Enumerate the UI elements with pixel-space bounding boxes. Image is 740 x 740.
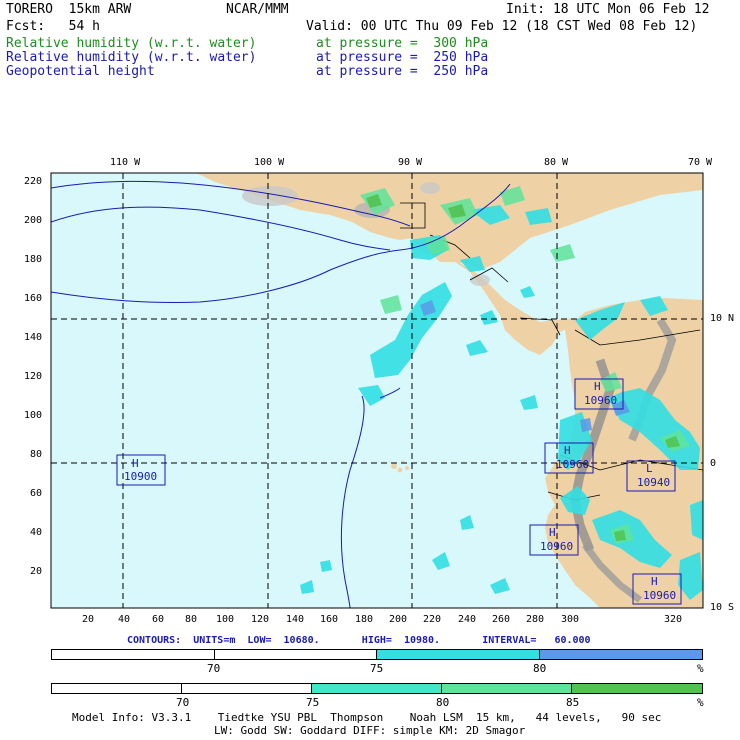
hl-value-2: 10960 — [584, 394, 618, 407]
rh300-green-patches — [360, 186, 690, 544]
hl-value-1: 10900 — [124, 470, 158, 483]
y-tick-220: 220 — [24, 176, 43, 187]
field-height-level: at pressure = 250 hPa — [316, 64, 489, 79]
hl-value-3: 10960 — [556, 458, 590, 471]
legend-rh300-seg-5 — [572, 684, 702, 693]
legend-rh300-label-80: 80 — [436, 696, 450, 709]
legend-rh250-seg-1 — [52, 650, 215, 659]
x-tick-220: 220 — [423, 614, 442, 625]
latlon-grid — [51, 173, 703, 608]
y-tick-180: 180 — [24, 254, 43, 265]
legend-rh250-seg-2 — [214, 650, 377, 659]
map-frame — [50, 172, 704, 609]
lat-label-10n: 10 N — [710, 313, 735, 324]
land-central-america-south — [432, 255, 575, 355]
land-central-america — [196, 173, 703, 270]
legend-rh300-label-70: 70 — [176, 696, 190, 709]
x-tick-100: 100 — [216, 614, 235, 625]
lon-label-90w: 90 W — [398, 157, 423, 168]
lat-label-10s: 10 S — [710, 602, 735, 613]
hl-type-4: L — [646, 462, 653, 475]
y-tick-100: 100 — [24, 410, 43, 421]
galapagos-islands — [391, 460, 409, 473]
legend-rh250-label-80: 80 — [533, 662, 547, 675]
x-tick-20: 20 — [82, 614, 95, 625]
x-tick-120: 120 — [251, 614, 270, 625]
hl-value-6: 10960 — [643, 589, 677, 602]
lon-label-100w: 100 W — [254, 157, 285, 168]
y-tick-80: 80 — [30, 449, 43, 460]
legend-rh250-seg-3 — [377, 650, 540, 659]
y-tick-20: 20 — [30, 566, 43, 577]
ocean — [51, 173, 703, 608]
field-height-name: Geopotential height — [6, 64, 155, 79]
lon-label-110w: 110 W — [110, 157, 141, 168]
y-tick-140: 140 — [24, 332, 43, 343]
x-tick-320: 320 — [664, 614, 683, 625]
field-rh300-level: at pressure = 300 hPa — [316, 36, 489, 51]
hl-type-3: H — [564, 444, 571, 457]
y-tick-160: 160 — [24, 293, 43, 304]
field-rh250-name: Relative humidity (w.r.t. water) — [6, 50, 257, 65]
init-time: Init: 18 UTC Mon 06 Feb 12 — [506, 2, 710, 17]
x-tick-300: 300 — [561, 614, 580, 625]
hl-value-4: 10940 — [637, 476, 671, 489]
model-info-line1: Model Info: V3.3.1 Tiedtke YSU PBL Thomp… — [72, 711, 662, 724]
x-tick-240: 240 — [458, 614, 477, 625]
organization: NCAR/MMM — [226, 2, 289, 17]
rh250-blue-patches — [420, 300, 630, 432]
model-name: TORERO 15km ARW — [6, 2, 132, 17]
x-tick-260: 260 — [492, 614, 511, 625]
legend-rh250-label-70: 70 — [207, 662, 221, 675]
lon-label-70w: 70 W — [688, 157, 713, 168]
legend-rh250-bar — [51, 649, 703, 660]
y-tick-120: 120 — [24, 371, 43, 382]
y-tick-60: 60 — [30, 488, 43, 499]
legend-rh250-seg-4 — [539, 650, 702, 659]
x-tick-80: 80 — [185, 614, 198, 625]
valid-time: Valid: 00 UTC Thu 09 Feb 12 (18 CST Wed … — [306, 19, 698, 34]
height-contours — [51, 180, 511, 608]
x-tick-160: 160 — [320, 614, 339, 625]
forecast-hour: Fcst: 54 h — [6, 19, 100, 34]
legend-rh300-seg-1 — [52, 684, 182, 693]
height-label-boxes — [116, 378, 682, 605]
x-tick-180: 180 — [355, 614, 374, 625]
legend-rh300-seg-4 — [441, 684, 573, 693]
legend-rh250-label-75: 75 — [370, 662, 384, 675]
hl-type-5: H — [549, 526, 556, 539]
field-rh250-level: at pressure = 250 hPa — [316, 50, 489, 65]
hl-value-5: 10960 — [540, 540, 574, 553]
legend-rh300-label-85: 85 — [566, 696, 580, 709]
legend-rh300-seg-2 — [181, 684, 313, 693]
model-info-line2: LW: Godd SW: Goddard DIFF: simple KM: 2D… — [214, 724, 526, 737]
x-tick-200: 200 — [389, 614, 408, 625]
terrain-shading — [242, 182, 677, 603]
field-rh300-name: Relative humidity (w.r.t. water) — [6, 36, 257, 51]
legend-rh300-unit: % — [697, 696, 704, 709]
hl-type-2: H — [594, 380, 601, 393]
contours-info: CONTOURS: UNITS=m LOW= 10680. HIGH= 1098… — [127, 635, 591, 646]
legend-rh300-seg-3 — [312, 684, 442, 693]
rh300-darkgreen-patches — [366, 194, 680, 541]
x-tick-40: 40 — [118, 614, 131, 625]
legend-rh300-bar — [51, 683, 703, 694]
country-borders — [400, 202, 703, 501]
legend-rh300-label-75: 75 — [306, 696, 320, 709]
hl-type-1: H — [132, 457, 139, 470]
hl-type-6: H — [651, 575, 658, 588]
legend-rh250-unit: % — [697, 662, 704, 675]
x-tick-280: 280 — [526, 614, 545, 625]
weather-map — [50, 172, 704, 609]
lon-label-80w: 80 W — [544, 157, 569, 168]
x-tick-140: 140 — [286, 614, 305, 625]
y-tick-200: 200 — [24, 215, 43, 226]
y-tick-40: 40 — [30, 527, 43, 538]
x-tick-60: 60 — [152, 614, 165, 625]
lat-label-0: 0 — [710, 458, 717, 469]
rh250-cyan-patches — [300, 205, 703, 600]
